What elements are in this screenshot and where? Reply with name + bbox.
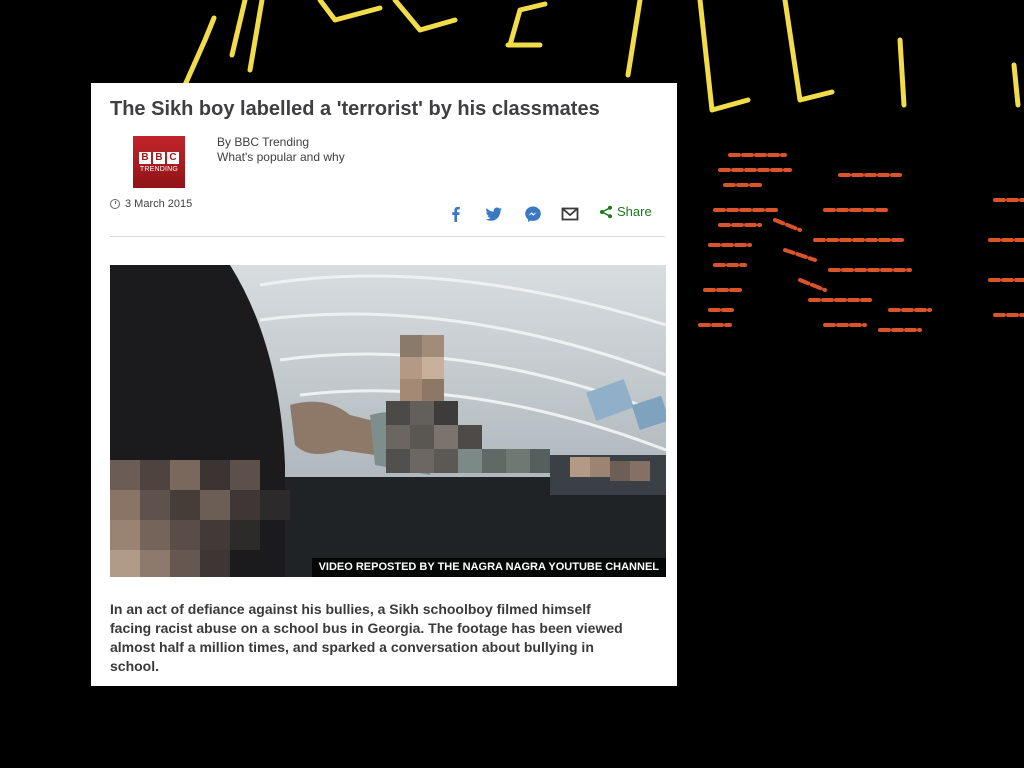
video-thumbnail-image [110,265,666,577]
logo-box-c: C [167,151,179,164]
video-caption: VIDEO REPOSTED BY THE NAGRA NAGRA YOUTUB… [311,558,666,577]
facebook-icon[interactable] [447,205,465,223]
logo-box-b1: B [139,151,151,164]
byline: By BBC Trending What's popular and why [217,135,345,165]
share-icon [600,205,612,218]
article-headline[interactable]: The Sikh boy labelled a 'terrorist' by h… [110,97,670,121]
byline-tagline: What's popular and why [217,150,345,164]
twitter-icon[interactable] [485,205,503,223]
messenger-icon[interactable] [524,205,542,223]
decorative-orange-lettering [698,153,1024,332]
bbc-logo-boxes: B B C [139,151,179,164]
article-card: The Sikh boy labelled a 'terrorist' by h… [91,83,677,686]
byline-author[interactable]: By BBC Trending [217,135,345,150]
header-divider [110,236,665,237]
logo-subtext: TRENDING [139,165,179,173]
share-bar: Share [91,202,677,226]
article-summary: In an act of defiance against his bullie… [110,601,623,674]
bbc-trending-logo[interactable]: B B C TRENDING [133,136,185,188]
share-button[interactable]: Share [599,204,652,219]
share-label: Share [617,204,652,219]
video-player[interactable]: VIDEO REPOSTED BY THE NAGRA NAGRA YOUTUB… [110,265,666,577]
logo-box-b2: B [153,151,165,164]
email-icon[interactable] [561,205,579,223]
